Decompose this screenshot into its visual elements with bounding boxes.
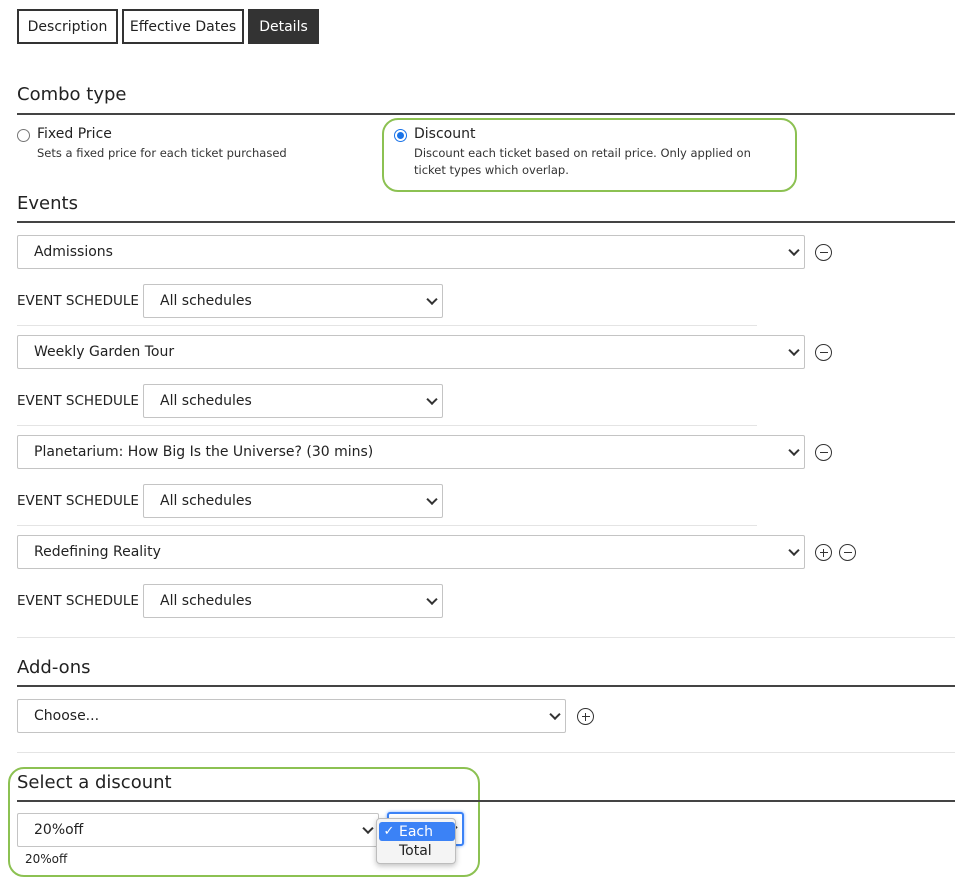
check-icon: ✓ [383,824,395,839]
unit-option-total-label: Total [399,842,432,859]
addon-select-value: Choose... [34,708,100,724]
chevron-down-icon [426,293,438,306]
remove-event-1-icon[interactable] [815,244,832,261]
discount-description-line1: Discount each ticket based on retail pri… [414,146,751,160]
schedule-select-4-value: All schedules [160,593,252,609]
tab-details[interactable]: Details [248,9,319,44]
chevron-down-icon [426,493,438,506]
event-select-4[interactable]: Redefining Reality [17,535,805,569]
fixed-price-radio[interactable] [17,129,30,142]
schedule-select-3-value: All schedules [160,493,252,509]
discount-description-line2: ticket types which overlap. [414,163,569,177]
remove-event-3-icon[interactable] [815,444,832,461]
discount-label: Discount [414,126,476,142]
addon-select[interactable]: Choose... [17,699,566,733]
schedule-select-4[interactable]: All schedules [143,584,443,618]
event-divider-1 [17,325,757,326]
events-title: Events [17,193,78,214]
event-select-2[interactable]: Weekly Garden Tour [17,335,805,369]
event-select-1[interactable]: Admissions [17,235,805,269]
addons-title: Add-ons [17,657,91,678]
tab-effective-dates[interactable]: Effective Dates [122,9,244,44]
discount-radio[interactable] [394,129,407,142]
chevron-down-icon [549,708,561,721]
event-divider-2 [17,425,757,426]
unit-option-total[interactable]: Total [379,841,455,860]
schedule-select-1-value: All schedules [160,293,252,309]
remove-event-4-icon[interactable] [839,544,856,561]
event-schedule-label-2: EVENT SCHEDULE [17,393,139,409]
combo-type-rule [17,113,955,115]
tab-description[interactable]: Description [17,9,118,44]
event-select-3[interactable]: Planetarium: How Big Is the Universe? (3… [17,435,805,469]
chevron-down-icon [788,544,800,557]
fixed-price-label: Fixed Price [37,126,112,142]
event-schedule-label-4: EVENT SCHEDULE [17,593,139,609]
event-schedule-label-1: EVENT SCHEDULE [17,293,139,309]
add-event-icon[interactable] [815,544,832,561]
chevron-down-icon [788,244,800,257]
combo-type-title: Combo type [17,84,127,105]
discount-caption: 20%off [25,852,68,866]
schedule-select-3[interactable]: All schedules [143,484,443,518]
addons-section-divider [17,752,955,753]
chevron-down-icon [426,593,438,606]
chevron-down-icon [788,444,800,457]
remove-event-2-icon[interactable] [815,344,832,361]
discount-rule [17,800,955,802]
event-select-4-value: Redefining Reality [34,544,161,560]
discount-unit-dropdown: ✓ Each Total [376,818,456,864]
schedule-select-2[interactable]: All schedules [143,384,443,418]
fixed-price-description: Sets a fixed price for each ticket purch… [37,146,287,160]
add-addon-icon[interactable] [577,708,594,725]
event-select-3-value: Planetarium: How Big Is the Universe? (3… [34,444,374,460]
chevron-down-icon [426,393,438,406]
schedule-select-1[interactable]: All schedules [143,284,443,318]
unit-option-each-label: Each [399,823,433,840]
unit-option-each[interactable]: ✓ Each [379,822,455,841]
events-section-divider [17,637,955,638]
schedule-select-2-value: All schedules [160,393,252,409]
event-schedule-label-3: EVENT SCHEDULE [17,493,139,509]
event-select-1-value: Admissions [34,244,113,260]
discount-select-value: 20%off [34,822,84,838]
event-select-2-value: Weekly Garden Tour [34,344,175,360]
events-rule [17,221,955,223]
discount-title: Select a discount [17,772,172,793]
event-divider-3 [17,525,757,526]
chevron-down-icon [788,344,800,357]
discount-select[interactable]: 20%off [17,813,379,847]
addons-rule [17,685,955,687]
chevron-down-icon [362,822,374,835]
